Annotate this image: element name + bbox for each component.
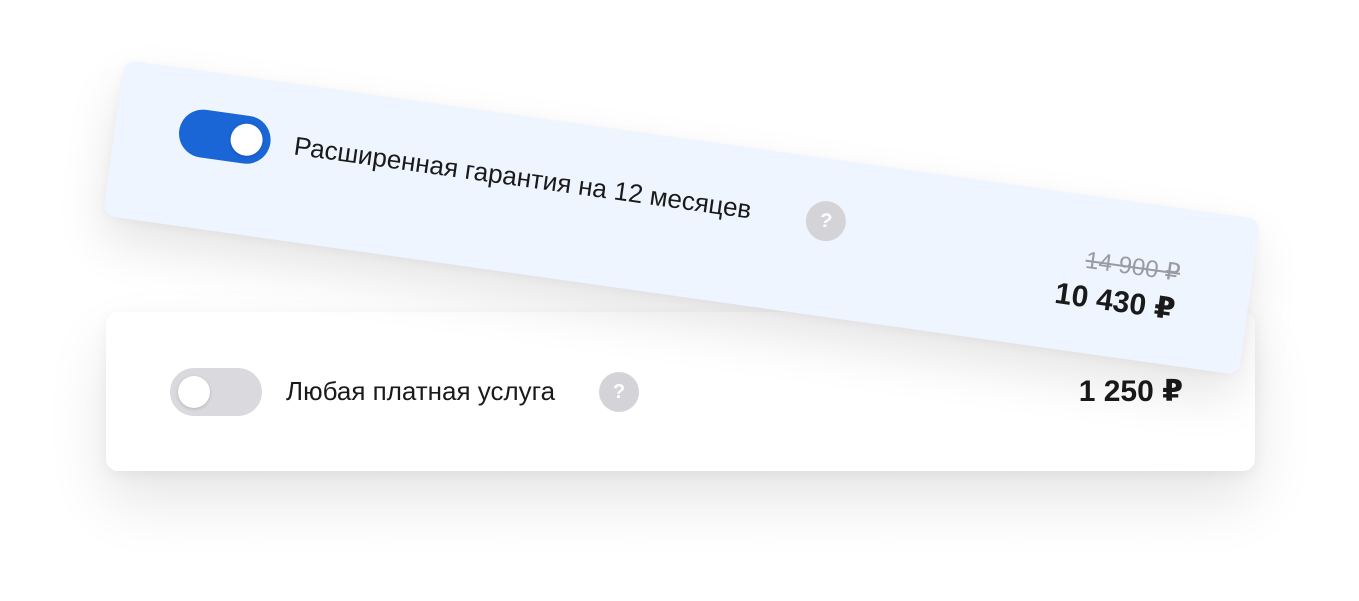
toggle-knob bbox=[228, 121, 265, 158]
question-icon[interactable]: ? bbox=[803, 198, 849, 244]
extended-warranty-toggle[interactable] bbox=[175, 106, 274, 167]
extended-warranty-label: Расширенная гарантия на 12 месяцев bbox=[292, 130, 754, 225]
toggle-knob bbox=[178, 376, 210, 408]
paid-service-toggle[interactable] bbox=[170, 368, 262, 416]
paid-service-label: Любая платная услуга bbox=[286, 376, 556, 406]
paid-service-price: 1 250 ₽ bbox=[1078, 375, 1183, 408]
question-icon[interactable]: ? bbox=[599, 372, 639, 412]
services-stage: Любая платная услуга ? 1 250 ₽ Расширенн… bbox=[0, 0, 1359, 601]
